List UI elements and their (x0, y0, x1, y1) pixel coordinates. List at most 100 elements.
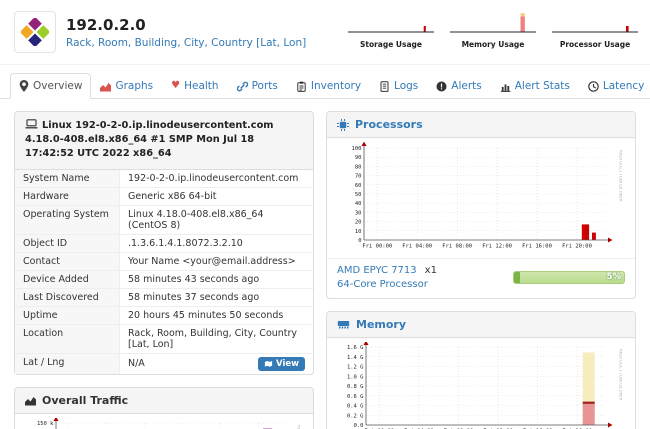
svg-text:0: 0 (358, 238, 361, 244)
tab-label: Health (184, 80, 218, 92)
row-value: 58 minutes 37 seconds ago (120, 288, 314, 306)
tab-label: Overview (33, 80, 82, 92)
tab-ports[interactable]: Ports (228, 73, 287, 99)
storage-usage-mini-graph[interactable] (346, 9, 436, 39)
svg-text:20: 20 (355, 220, 362, 226)
tab-overview[interactable]: Overview (10, 73, 91, 99)
tab-label: Latency (603, 80, 645, 92)
area-chart-icon (100, 81, 111, 92)
svg-text:Fri 08:00: Fri 08:00 (442, 244, 472, 250)
overall-traffic-header: Overall Traffic (15, 388, 313, 414)
tab-alerts[interactable]: Alerts (427, 73, 490, 99)
svg-text:40: 40 (355, 201, 362, 207)
row-value: .1.3.6.1.4.1.8072.3.2.10 (120, 234, 314, 252)
link-icon (237, 81, 248, 92)
tab-inventory[interactable]: Inventory (287, 73, 370, 99)
row-label: Location (15, 324, 120, 353)
processor-usage-mini-graph[interactable] (550, 9, 640, 39)
tab-label: Graphs (115, 80, 153, 92)
tab-health[interactable]: ♥ Health (162, 73, 227, 99)
table-row: System Name192-0-2-0.ip.linodeuserconten… (15, 170, 313, 188)
svg-text:30: 30 (355, 210, 362, 216)
clock-icon (588, 81, 599, 92)
row-value: Linux 4.18.0-408.el8.x86_64 (CentOS 8) (120, 205, 314, 234)
tab-label: Alerts (451, 80, 481, 92)
cpu-usage-fill (514, 272, 520, 283)
processors-graph[interactable]: 1009080706050403020100Fri 00:00Fri 04:00… (327, 138, 635, 258)
row-label: Contact (15, 252, 120, 270)
panel-title: Overall Traffic (42, 394, 128, 407)
cpu-usage-bar: 5% (513, 271, 625, 284)
svg-text:150 k: 150 k (37, 421, 54, 427)
file-text-icon (379, 81, 390, 92)
svg-text:Fri 00:00: Fri 00:00 (362, 244, 392, 250)
overall-traffic-panel: Overall Traffic 150 k100 k50 k0Fri 00:00… (14, 387, 314, 429)
svg-text:0.4 G: 0.4 G (347, 404, 364, 410)
storage-usage-label: Storage Usage (360, 40, 422, 49)
exclamation-circle-icon (436, 81, 447, 92)
svg-text:1.6 G: 1.6 G (347, 345, 364, 351)
overall-traffic-graph[interactable]: 150 k100 k50 k0Fri 00:00Fri 04:00Fri 08:… (15, 414, 313, 429)
memory-graph[interactable]: 1.6 G1.4 G1.2 G1.0 G0.8 G0.6 G0.4 G0.2 G… (327, 338, 635, 429)
cpu-name-link[interactable]: AMD EPYC 7713 (337, 265, 417, 276)
row-value: N/A (128, 358, 145, 369)
tab-label: Alert Stats (515, 80, 570, 92)
table-row: Lat / Lng N/A View (15, 353, 313, 374)
table-row: Uptime20 hours 45 minutes 50 seconds (15, 306, 313, 324)
svg-text:1.0 G: 1.0 G (347, 374, 364, 380)
table-row: Operating SystemLinux 4.18.0-408.el8.x86… (15, 205, 313, 234)
heart-icon: ♥ (171, 81, 180, 91)
tab-alert-stats[interactable]: Alert Stats (491, 73, 579, 99)
svg-text:0.8 G: 0.8 G (347, 384, 364, 390)
row-label: Uptime (15, 306, 120, 324)
memory-icon (337, 320, 350, 329)
svg-text:RRDTOOL / TOBI OETIKER: RRDTOOL / TOBI OETIKER (297, 425, 301, 429)
processors-panel: Processors 1009080706050403020100Fri 00:… (326, 111, 636, 299)
svg-text:Fri 16:00: Fri 16:00 (522, 244, 552, 250)
table-row: Object ID.1.3.6.1.4.1.8072.3.2.10 (15, 234, 313, 252)
table-row: LocationRack, Room, Building, City, Coun… (15, 324, 313, 353)
svg-text:80: 80 (355, 164, 362, 170)
os-logo-centos-icon (14, 11, 56, 53)
tab-logs[interactable]: Logs (370, 73, 427, 99)
svg-text:1.2 G: 1.2 G (347, 365, 364, 371)
row-label: Operating System (15, 205, 120, 234)
row-label: Object ID (15, 234, 120, 252)
memory-usage-label: Memory Usage (462, 40, 525, 49)
row-value: Rack, Room, Building, City, Country [Lat… (120, 324, 314, 353)
svg-text:60: 60 (355, 183, 362, 189)
area-chart-icon (25, 395, 36, 406)
table-row: Device Added58 minutes 43 seconds ago (15, 270, 313, 288)
memory-usage-mini-graph[interactable] (448, 9, 538, 39)
tab-graphs[interactable]: Graphs (91, 73, 162, 99)
svg-text:50: 50 (355, 192, 362, 198)
row-value: Your Name <your@email.address> (120, 252, 314, 270)
panel-title: Processors (355, 118, 423, 131)
svg-text:10: 10 (355, 229, 362, 235)
row-label: System Name (15, 170, 120, 188)
svg-text:90: 90 (355, 155, 362, 161)
svg-text:70: 70 (355, 174, 362, 180)
memory-header: Memory (327, 312, 635, 338)
device-header: 192.0.2.0 Rack, Room, Building, City, Co… (0, 0, 650, 65)
row-label: Lat / Lng (15, 353, 120, 374)
cpu-subtitle-link[interactable]: 64-Core Processor (337, 279, 428, 290)
row-label: Device Added (15, 270, 120, 288)
table-row: Last Discovered58 minutes 37 seconds ago (15, 288, 313, 306)
tab-latency[interactable]: Latency (579, 73, 650, 99)
memory-panel: Memory 1.6 G1.4 G1.2 G1.0 G0.8 G0.6 G0.4… (326, 311, 636, 429)
svg-text:0.2 G: 0.2 G (347, 413, 364, 419)
table-row: HardwareGeneric x86 64-bit (15, 187, 313, 205)
svg-text:0.6 G: 0.6 G (347, 394, 364, 400)
bar-chart-icon (500, 81, 511, 92)
svg-text:Fri 04:00: Fri 04:00 (402, 244, 432, 250)
processors-header: Processors (327, 112, 635, 138)
device-location-link[interactable]: Rack, Room, Building, City, Country [Lat… (66, 37, 306, 49)
map-pin-icon (19, 80, 29, 92)
svg-text:Fri 12:00: Fri 12:00 (482, 244, 512, 250)
svg-text:0.0: 0.0 (354, 423, 364, 429)
system-info-panel: Linux 192-0-2-0.ip.linodeusercontent.com… (14, 111, 314, 375)
view-button-label: View (276, 359, 299, 369)
system-info-table: System Name192-0-2-0.ip.linodeuserconten… (15, 170, 313, 374)
view-location-button[interactable]: View (258, 357, 305, 371)
